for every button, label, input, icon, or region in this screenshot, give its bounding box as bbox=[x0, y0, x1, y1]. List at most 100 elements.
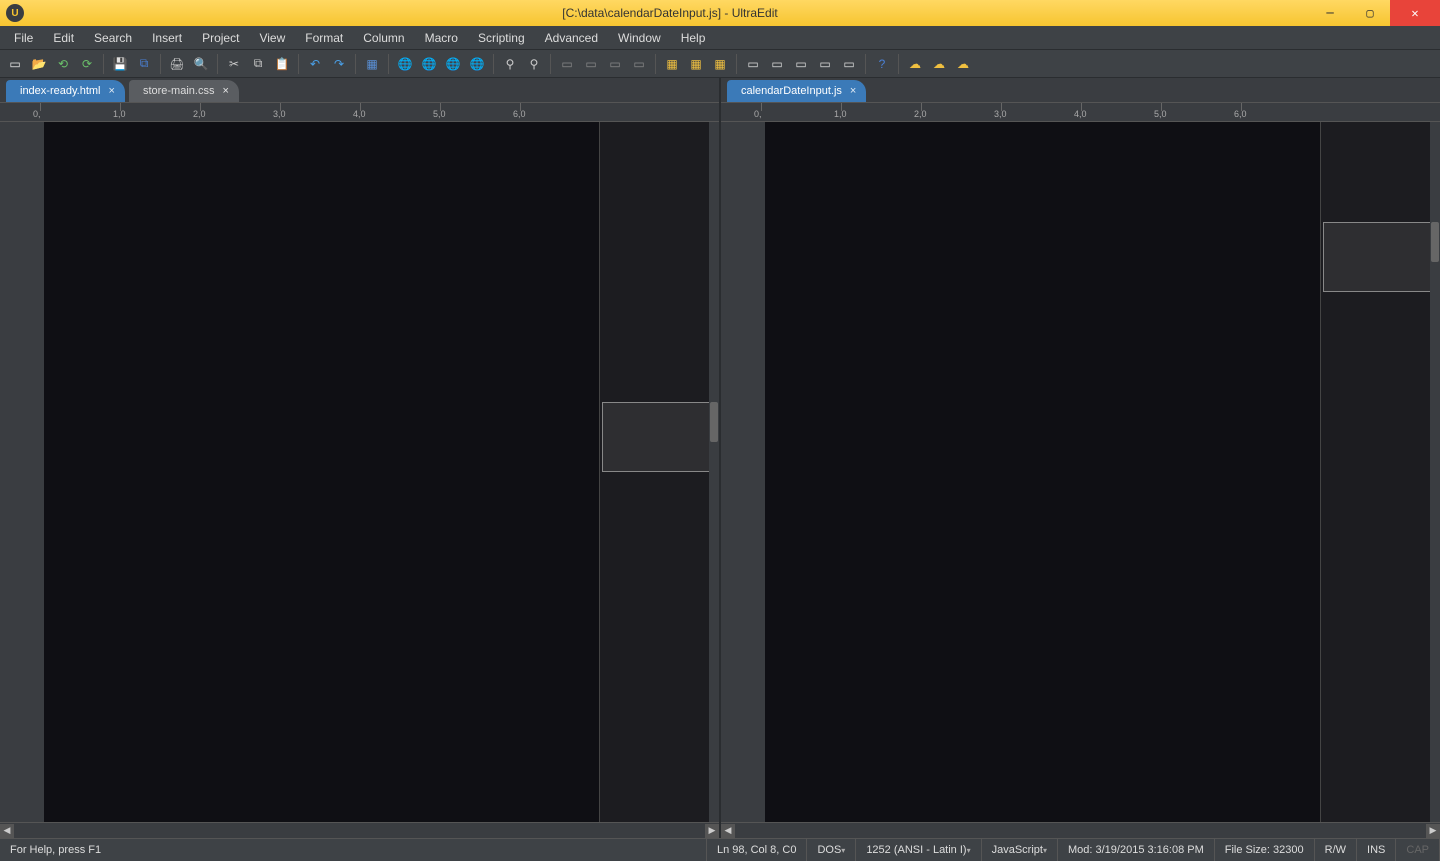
menu-advanced[interactable]: Advanced bbox=[535, 28, 608, 48]
web-back-icon[interactable]: 🌐 bbox=[466, 53, 488, 75]
right-hscroll[interactable]: ◀ ▶ bbox=[721, 822, 1440, 838]
win5-icon[interactable]: ▭ bbox=[838, 53, 860, 75]
close-icon[interactable]: × bbox=[850, 85, 856, 97]
window-title: [C:\data\calendarDateInput.js] - UltraEd… bbox=[30, 6, 1310, 20]
right-minimap[interactable] bbox=[1320, 122, 1440, 822]
new-file-icon[interactable]: ▭ bbox=[4, 53, 26, 75]
undo-icon[interactable]: ↶ bbox=[304, 53, 326, 75]
right-fold-gutter[interactable] bbox=[753, 122, 765, 822]
ftp1-icon[interactable]: ☁ bbox=[904, 53, 926, 75]
ftp2-icon[interactable]: ☁ bbox=[928, 53, 950, 75]
menu-edit[interactable]: Edit bbox=[43, 28, 84, 48]
tab-label: store-main.css bbox=[143, 85, 215, 97]
tile1-icon[interactable]: ▦ bbox=[661, 53, 683, 75]
menu-file[interactable]: File bbox=[4, 28, 43, 48]
save-icon[interactable]: 💾 bbox=[109, 53, 131, 75]
menubar: FileEditSearchInsertProjectViewFormatCol… bbox=[0, 26, 1440, 50]
right-gutter bbox=[721, 122, 753, 822]
panel3-icon[interactable]: ▭ bbox=[604, 53, 626, 75]
left-code[interactable] bbox=[44, 122, 599, 822]
menu-view[interactable]: View bbox=[249, 28, 295, 48]
scroll-right-icon[interactable]: ▶ bbox=[705, 824, 719, 838]
status-rw[interactable]: R/W bbox=[1315, 839, 1357, 861]
tab-calendardateinput-js[interactable]: calendarDateInput.js × bbox=[727, 80, 866, 102]
tab-store-main-css[interactable]: store-main.css × bbox=[129, 80, 239, 102]
status-filesize: File Size: 32300 bbox=[1215, 839, 1315, 861]
paste-icon[interactable]: 📋 bbox=[271, 53, 293, 75]
menu-format[interactable]: Format bbox=[295, 28, 353, 48]
left-tabrow: index-ready.html× store-main.css × bbox=[0, 78, 719, 102]
app-icon: U bbox=[6, 4, 24, 22]
minimap-viewport[interactable] bbox=[602, 402, 717, 472]
panel2-icon[interactable]: ▭ bbox=[580, 53, 602, 75]
menu-search[interactable]: Search bbox=[84, 28, 142, 48]
win3-icon[interactable]: ▭ bbox=[790, 53, 812, 75]
redo-icon[interactable]: ↷ bbox=[328, 53, 350, 75]
left-fold-gutter[interactable] bbox=[32, 122, 44, 822]
back-icon[interactable]: ⟲ bbox=[52, 53, 74, 75]
workspace: index-ready.html× store-main.css × 0,1,02,… bbox=[0, 78, 1440, 838]
win1-icon[interactable]: ▭ bbox=[742, 53, 764, 75]
status-ins[interactable]: INS bbox=[1357, 839, 1396, 861]
menu-scripting[interactable]: Scripting bbox=[468, 28, 535, 48]
web-go-icon[interactable]: 🌐 bbox=[442, 53, 464, 75]
open-icon[interactable]: 📂 bbox=[28, 53, 50, 75]
status-help: For Help, press F1 bbox=[0, 839, 707, 861]
menu-column[interactable]: Column bbox=[353, 28, 414, 48]
menu-window[interactable]: Window bbox=[608, 28, 671, 48]
ftp3-icon[interactable]: ☁ bbox=[952, 53, 974, 75]
web-refresh-icon[interactable]: 🌐 bbox=[394, 53, 416, 75]
cut-icon[interactable]: ✂ bbox=[223, 53, 245, 75]
close-icon[interactable]: × bbox=[222, 85, 228, 97]
win4-icon[interactable]: ▭ bbox=[814, 53, 836, 75]
status-modified: Mod: 3/19/2015 3:16:08 PM bbox=[1058, 839, 1215, 861]
web-stop-icon[interactable]: 🌐 bbox=[418, 53, 440, 75]
preview-icon[interactable]: 🔍 bbox=[190, 53, 212, 75]
left-editor[interactable] bbox=[0, 122, 719, 822]
left-pane: index-ready.html× store-main.css × 0,1,02,… bbox=[0, 78, 721, 838]
saveall-icon[interactable]: ⧉ bbox=[133, 53, 155, 75]
statusbar: For Help, press F1 Ln 98, Col 8, C0 DOS … bbox=[0, 838, 1440, 861]
find-icon[interactable]: ⚲ bbox=[499, 53, 521, 75]
menu-project[interactable]: Project bbox=[192, 28, 249, 48]
tile2-icon[interactable]: ▦ bbox=[685, 53, 707, 75]
fwd-icon[interactable]: ⟳ bbox=[76, 53, 98, 75]
print-icon[interactable]: 🖨 bbox=[166, 53, 188, 75]
titlebar: U [C:\data\calendarDateInput.js] - Ultra… bbox=[0, 0, 1440, 26]
minimap-scrollbar[interactable] bbox=[709, 122, 719, 822]
copy-icon[interactable]: ⧉ bbox=[247, 53, 269, 75]
tile3-icon[interactable]: ▦ bbox=[709, 53, 731, 75]
replace-icon[interactable]: ⚲ bbox=[523, 53, 545, 75]
maximize-button[interactable]: ▢ bbox=[1350, 0, 1390, 26]
scroll-left-icon[interactable]: ◀ bbox=[721, 824, 735, 838]
right-tabrow: calendarDateInput.js × bbox=[721, 78, 1440, 102]
right-ruler[interactable]: 0,1,02,03,04,05,06,0 bbox=[721, 102, 1440, 122]
menu-insert[interactable]: Insert bbox=[142, 28, 192, 48]
left-ruler[interactable]: 0,1,02,03,04,05,06,0 bbox=[0, 102, 719, 122]
close-button[interactable]: ✕ bbox=[1390, 0, 1440, 26]
status-encoding[interactable]: 1252 (ANSI - Latin I) bbox=[856, 839, 981, 861]
status-eol[interactable]: DOS bbox=[807, 839, 856, 861]
view1-icon[interactable]: ▦ bbox=[361, 53, 383, 75]
menu-help[interactable]: Help bbox=[671, 28, 716, 48]
win2-icon[interactable]: ▭ bbox=[766, 53, 788, 75]
status-language[interactable]: JavaScript bbox=[982, 839, 1058, 861]
panel4-icon[interactable]: ▭ bbox=[628, 53, 650, 75]
panel1-icon[interactable]: ▭ bbox=[556, 53, 578, 75]
help-icon[interactable]: ? bbox=[871, 53, 893, 75]
tab-index-ready-html[interactable]: index-ready.html× bbox=[6, 80, 125, 102]
left-hscroll[interactable]: ◀ ▶ bbox=[0, 822, 719, 838]
minimize-button[interactable]: ─ bbox=[1310, 0, 1350, 26]
menu-macro[interactable]: Macro bbox=[415, 28, 468, 48]
minimap-scrollbar[interactable] bbox=[1430, 122, 1440, 822]
right-code[interactable] bbox=[765, 122, 1320, 822]
minimap-viewport[interactable] bbox=[1323, 222, 1438, 292]
close-icon[interactable]: × bbox=[109, 85, 115, 97]
left-gutter bbox=[0, 122, 32, 822]
right-editor[interactable] bbox=[721, 122, 1440, 822]
status-position: Ln 98, Col 8, C0 bbox=[707, 839, 808, 861]
left-minimap[interactable] bbox=[599, 122, 719, 822]
scroll-left-icon[interactable]: ◀ bbox=[0, 824, 14, 838]
tab-label: calendarDateInput.js bbox=[741, 85, 842, 97]
scroll-right-icon[interactable]: ▶ bbox=[1426, 824, 1440, 838]
